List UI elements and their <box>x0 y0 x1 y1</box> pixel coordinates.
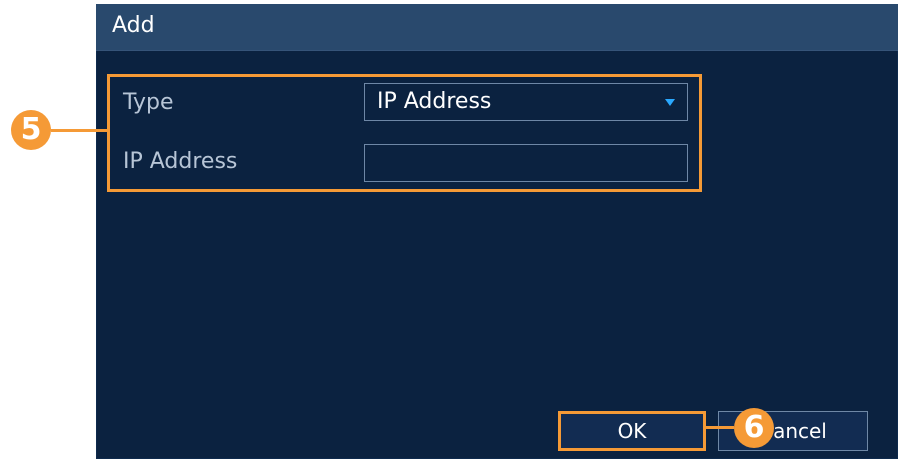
step-5-callout-line <box>51 129 107 132</box>
step-6-badge: 6 <box>734 408 774 448</box>
step-5-badge: 5 <box>11 110 51 150</box>
titlebar-divider <box>96 50 898 51</box>
dialog-titlebar: Add <box>96 4 898 50</box>
ok-button[interactable]: OK <box>558 411 706 451</box>
dialog-title: Add <box>112 13 155 38</box>
add-dialog: Add Type IP Address IP Address OK Cancel <box>96 4 898 459</box>
step-6-callout-line <box>706 426 734 429</box>
step-5-callout-box <box>107 74 702 192</box>
